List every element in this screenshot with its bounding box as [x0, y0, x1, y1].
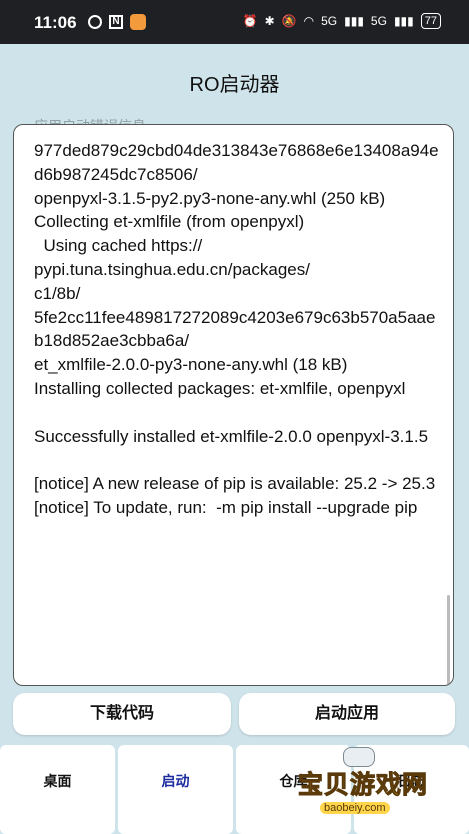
download-code-button[interactable]: 下载代码 [13, 693, 231, 735]
log-output-box[interactable]: 977ded879c29cbd04de313843e76868e6e13408a… [13, 124, 454, 686]
log-text: 977ded879c29cbd04de313843e76868e6e13408a… [34, 141, 439, 517]
signal-label-1: 5G [321, 14, 338, 28]
status-right-icons: ⏰ ✱ 🔕 ◠ 5G ▮▮▮ 5G ▮▮▮ 77 [243, 13, 441, 29]
wifi-icon: ◠ [303, 14, 315, 28]
n-icon: N [109, 15, 123, 29]
status-left-icons: N [88, 14, 146, 30]
page-title: RO启动器 [189, 74, 280, 96]
signal-icon-2: ▮▮▮ [393, 14, 414, 28]
app-header: RO启动器 [0, 44, 469, 118]
tab-desktop[interactable]: 桌面 [0, 745, 115, 834]
tab-logs[interactable]: 日志 [354, 745, 469, 834]
launch-app-button[interactable]: 启动应用 [239, 693, 455, 735]
signal-label-2: 5G [370, 14, 387, 28]
signal-icon: ▮▮▮ [344, 14, 364, 28]
bluetooth-icon: ✱ [264, 14, 275, 28]
alarm-icon: ⏰ [242, 14, 258, 28]
status-time: 11:06 [34, 13, 77, 32]
battery-icon: 77 [420, 13, 441, 29]
mute-icon: 🔕 [281, 14, 297, 28]
app-icon [130, 14, 146, 30]
tab-repository[interactable]: 仓库 [236, 745, 351, 834]
log-scrollbar[interactable] [447, 595, 450, 685]
nfc-icon [88, 15, 102, 29]
tab-launch[interactable]: 启动 [118, 745, 233, 834]
status-bar: 11:06 N ⏰ ✱ 🔕 ◠ 5G ▮▮▮ 5G ▮▮▮ 77 [0, 0, 469, 44]
bottom-tab-bar: 桌面 启动 仓库 日志 [0, 745, 469, 834]
